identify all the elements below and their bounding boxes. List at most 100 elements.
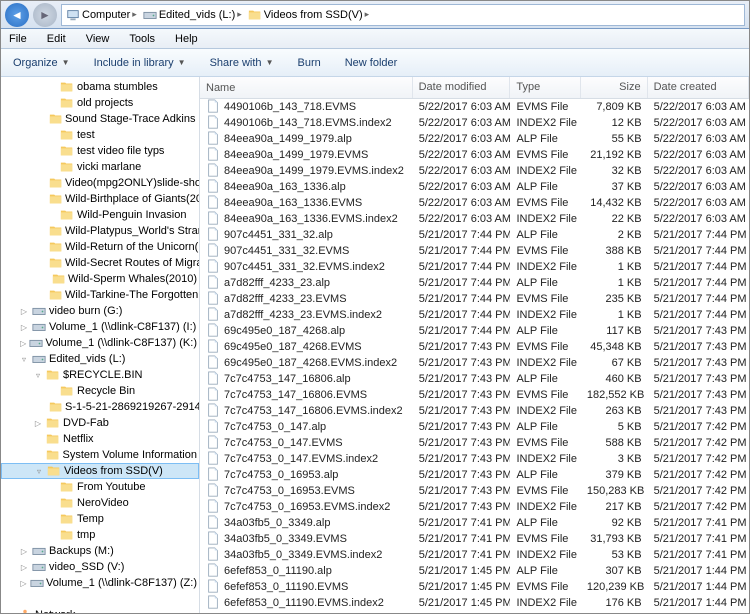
menu-tools[interactable]: Tools	[125, 32, 159, 46]
tree-item[interactable]: Temp	[1, 511, 199, 527]
file-row[interactable]: 69c495e0_187_4268.alp5/21/2017 7:44 PMAL…	[200, 323, 749, 339]
address-bar[interactable]: Computer▸Edited_vids (L:)▸Videos from SS…	[61, 4, 745, 26]
expand-icon[interactable]: ▷	[19, 339, 27, 348]
tree-item[interactable]: Wild-Sperm Whales(2010)	[1, 271, 199, 287]
tree-item[interactable]: ▿Videos from SSD(V)	[1, 463, 199, 479]
file-row[interactable]: 7c7c4753_0_16953.EVMS.index25/21/2017 7:…	[200, 499, 749, 515]
tree-item[interactable]: Sound Stage-Trace Adkins and Travi	[1, 111, 199, 127]
col-date[interactable]: Date modified	[413, 77, 511, 98]
file-list[interactable]: Name Date modified Type Size Date create…	[200, 77, 749, 613]
tree-item[interactable]: S-1-5-21-2869219267-291480784-390	[1, 399, 199, 415]
file-row[interactable]: 6efef853_0_11190.alp5/21/2017 1:45 PMALP…	[200, 563, 749, 579]
file-row[interactable]: a7d82fff_4233_23.EVMS.index25/21/2017 7:…	[200, 307, 749, 323]
file-row[interactable]: 4490106b_143_718.EVMS5/22/2017 6:03 AMEV…	[200, 99, 749, 115]
file-row[interactable]: 6efef853_0_11190.EVMS5/21/2017 1:45 PMEV…	[200, 579, 749, 595]
tree-item[interactable]: Wild-Return of the Unicorn(1999)	[1, 239, 199, 255]
tree-item[interactable]: ▿Network	[1, 607, 199, 613]
file-row[interactable]: 69c495e0_187_4268.EVMS5/21/2017 7:43 PME…	[200, 339, 749, 355]
col-size[interactable]: Size	[581, 77, 648, 98]
file-row[interactable]: 7c7c4753_0_147.EVMS5/21/2017 7:43 PMEVMS…	[200, 435, 749, 451]
tree-item[interactable]: Wild-Secret Routes of Migratory Birc	[1, 255, 199, 271]
tree-item[interactable]: test	[1, 127, 199, 143]
tree-item[interactable]: Recycle Bin	[1, 383, 199, 399]
expand-icon[interactable]: ▷	[19, 579, 28, 588]
tree-item[interactable]: System Volume Information	[1, 447, 199, 463]
tree-item[interactable]: ▷video burn (G:)	[1, 303, 199, 319]
menu-edit[interactable]: Edit	[43, 32, 70, 46]
file-row[interactable]: 84eea90a_1499_1979.alp5/22/2017 6:03 AMA…	[200, 131, 749, 147]
file-row[interactable]: 7c7c4753_147_16806.alp5/21/2017 7:43 PMA…	[200, 371, 749, 387]
tree-item[interactable]: From Youtube	[1, 479, 199, 495]
col-created[interactable]: Date created	[648, 77, 749, 98]
file-row[interactable]: 7c7c4753_0_147.EVMS.index25/21/2017 7:43…	[200, 451, 749, 467]
file-row[interactable]: 84eea90a_163_1336.EVMS5/22/2017 6:03 AME…	[200, 195, 749, 211]
file-row[interactable]: a7d82fff_4233_23.EVMS5/21/2017 7:44 PMEV…	[200, 291, 749, 307]
file-row[interactable]: 907c4451_331_32.EVMS5/21/2017 7:44 PMEVM…	[200, 243, 749, 259]
file-row[interactable]: 6efef853_0_11190.EVMS.index25/21/2017 1:…	[200, 595, 749, 611]
menu-help[interactable]: Help	[171, 32, 202, 46]
nav-forward-button[interactable]: ►	[33, 3, 57, 27]
tree-item[interactable]: old projects	[1, 95, 199, 111]
col-type[interactable]: Type	[510, 77, 580, 98]
file-row[interactable]: 69c495e0_187_4268.EVMS.index25/21/2017 7…	[200, 355, 749, 371]
tree-item[interactable]: ▷Backups (M:)	[1, 543, 199, 559]
expand-icon[interactable]: ▷	[19, 547, 29, 556]
breadcrumb-item[interactable]: Videos from SSD(V)▸	[246, 8, 371, 22]
breadcrumb-item[interactable]: Edited_vids (L:)▸	[141, 8, 244, 22]
tree-item[interactable]: Wild-Penguin Invasion	[1, 207, 199, 223]
file-row[interactable]: a7d82fff_4233_23.alp5/21/2017 7:44 PMALP…	[200, 275, 749, 291]
tree-item[interactable]: Video(mpg2ONLY)slide-show-only-	[1, 175, 199, 191]
folder-tree[interactable]: obama stumblesold projectsSound Stage-Tr…	[1, 77, 200, 613]
share-with-button[interactable]: Share with ▼	[206, 55, 278, 71]
file-row[interactable]: 907c4451_331_32.alp5/21/2017 7:44 PMALP …	[200, 227, 749, 243]
menu-view[interactable]: View	[82, 32, 114, 46]
tree-item[interactable]: test video file typs	[1, 143, 199, 159]
expand-icon[interactable]: ▷	[19, 563, 29, 572]
expand-icon[interactable]: ▿	[19, 355, 29, 364]
tree-item[interactable]: vicki marlane	[1, 159, 199, 175]
expand-icon[interactable]: ▿	[5, 611, 15, 614]
file-row[interactable]: 7c7c4753_0_16953.EVMS5/21/2017 7:43 PMEV…	[200, 483, 749, 499]
breadcrumb-item[interactable]: Computer▸	[64, 8, 139, 22]
burn-button[interactable]: Burn	[293, 55, 324, 71]
file-row[interactable]: 84eea90a_1499_1979.EVMS.index25/22/2017 …	[200, 163, 749, 179]
file-row[interactable]: 7c7c4753_147_16806.EVMS5/21/2017 7:43 PM…	[200, 387, 749, 403]
tree-item[interactable]: ▿$RECYCLE.BIN	[1, 367, 199, 383]
file-row[interactable]: 84eea90a_163_1336.EVMS.index25/22/2017 6…	[200, 211, 749, 227]
file-row[interactable]: 7c7c4753_0_147.alp5/21/2017 7:43 PMALP F…	[200, 419, 749, 435]
tree-item[interactable]: ▷video_SSD (V:)	[1, 559, 199, 575]
file-row[interactable]: 34a03fb5_0_3349.EVMS5/21/2017 7:41 PMEVM…	[200, 531, 749, 547]
file-row[interactable]: 4490106b_143_718.EVMS.index25/22/2017 6:…	[200, 115, 749, 131]
file-row[interactable]: 34a03fb5_0_3349.EVMS.index25/21/2017 7:4…	[200, 547, 749, 563]
col-name[interactable]: Name	[200, 77, 413, 98]
include-library-button[interactable]: Include in library ▼	[90, 55, 190, 71]
tree-item[interactable]: obama stumbles	[1, 79, 199, 95]
tree-item[interactable]: ▿Edited_vids (L:)	[1, 351, 199, 367]
tree-item[interactable]	[1, 591, 199, 607]
expand-icon[interactable]: ▿	[33, 371, 43, 380]
new-folder-button[interactable]: New folder	[341, 55, 402, 71]
file-row[interactable]: 7c7c4753_0_16953.alp5/21/2017 7:43 PMALP…	[200, 467, 749, 483]
tree-item[interactable]: tmp	[1, 527, 199, 543]
file-row[interactable]: 84eea90a_1499_1979.EVMS5/22/2017 6:03 AM…	[200, 147, 749, 163]
tree-item[interactable]: NeroVideo	[1, 495, 199, 511]
organize-button[interactable]: Organize ▼	[9, 55, 74, 71]
expand-icon[interactable]: ▷	[19, 307, 29, 316]
nav-back-button[interactable]: ◄	[5, 3, 29, 27]
tree-item[interactable]: Netflix	[1, 431, 199, 447]
tree-item[interactable]: ▷Volume_1 (\\dlink-C8F137) (K:)	[1, 335, 199, 351]
file-row[interactable]: 7c7c4753_147_16806.EVMS.index25/21/2017 …	[200, 403, 749, 419]
file-row[interactable]: 907c4451_331_32.EVMS.index25/21/2017 7:4…	[200, 259, 749, 275]
tree-item[interactable]: Wild-Platypus_World's Strangest An	[1, 223, 199, 239]
tree-item[interactable]: ▷Volume_1 (\\dlink-C8F137) (Z:)	[1, 575, 199, 591]
file-row[interactable]: tmp6/4/2017 9:29 AMFile folder6/4/2017 9…	[200, 611, 749, 613]
tree-item[interactable]: ▷Volume_1 (\\dlink-C8F137) (I:)	[1, 319, 199, 335]
file-row[interactable]: 84eea90a_163_1336.alp5/22/2017 6:03 AMAL…	[200, 179, 749, 195]
expand-icon[interactable]: ▿	[34, 467, 44, 476]
expand-icon[interactable]: ▷	[33, 419, 43, 428]
tree-item[interactable]: ▷DVD-Fab	[1, 415, 199, 431]
file-row[interactable]: 34a03fb5_0_3349.alp5/21/2017 7:41 PMALP …	[200, 515, 749, 531]
tree-item[interactable]: Wild-Birthplace of Giants(2015)	[1, 191, 199, 207]
tree-item[interactable]: Wild-Tarkine-The Forgotten Wilderr	[1, 287, 199, 303]
menu-file[interactable]: File	[5, 32, 31, 46]
